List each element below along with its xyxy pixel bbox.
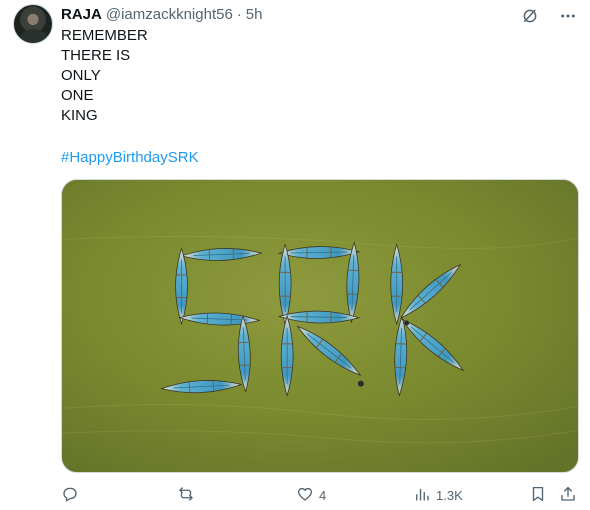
hashtag-link[interactable]: #HappyBirthdaySRK bbox=[61, 148, 199, 168]
grok-icon[interactable] bbox=[520, 6, 540, 26]
like-count: 4 bbox=[319, 487, 327, 503]
tweet-card[interactable]: RAJA @iamzackknight56 · 5h REMEMBER THER… bbox=[0, 0, 590, 510]
tweet-image[interactable] bbox=[61, 179, 579, 473]
bookmark-button[interactable] bbox=[529, 483, 547, 507]
views-icon bbox=[413, 485, 431, 506]
avatar[interactable] bbox=[13, 4, 53, 44]
avatar-figure bbox=[20, 29, 48, 43]
tweet-text: REMEMBER THERE IS ONLY ONE KING bbox=[61, 26, 148, 126]
reply-icon bbox=[61, 485, 79, 506]
share-button[interactable] bbox=[559, 483, 577, 507]
reply-button[interactable] bbox=[61, 483, 84, 507]
tweet-top-actions bbox=[520, 6, 578, 26]
tweet-line: ONE bbox=[61, 87, 94, 104]
bookmark-icon bbox=[529, 485, 547, 506]
tweet-actions: 4 1.3K bbox=[61, 483, 581, 507]
share-icon bbox=[559, 485, 577, 506]
repost-icon bbox=[177, 485, 195, 506]
tweet-line: REMEMBER bbox=[61, 27, 148, 44]
views-button[interactable]: 1.3K bbox=[413, 483, 463, 507]
like-icon bbox=[296, 485, 314, 506]
like-button[interactable]: 4 bbox=[296, 483, 326, 507]
tweet-line: ONLY bbox=[61, 67, 101, 84]
views-count: 1.3K bbox=[436, 487, 463, 503]
author-name[interactable]: RAJA bbox=[61, 6, 102, 23]
author-handle[interactable]: @iamzackknight56 bbox=[106, 6, 233, 23]
header-separator: · bbox=[236, 5, 242, 23]
tweet-line: KING bbox=[61, 107, 98, 124]
tweet-line: THERE IS bbox=[61, 47, 131, 64]
aerial-boats-image bbox=[62, 180, 578, 472]
repost-button[interactable] bbox=[177, 483, 200, 507]
tweet-time[interactable]: 5h bbox=[246, 6, 263, 23]
more-icon[interactable] bbox=[558, 6, 578, 26]
tweet-header: RAJA @iamzackknight56 · 5h bbox=[61, 4, 262, 24]
